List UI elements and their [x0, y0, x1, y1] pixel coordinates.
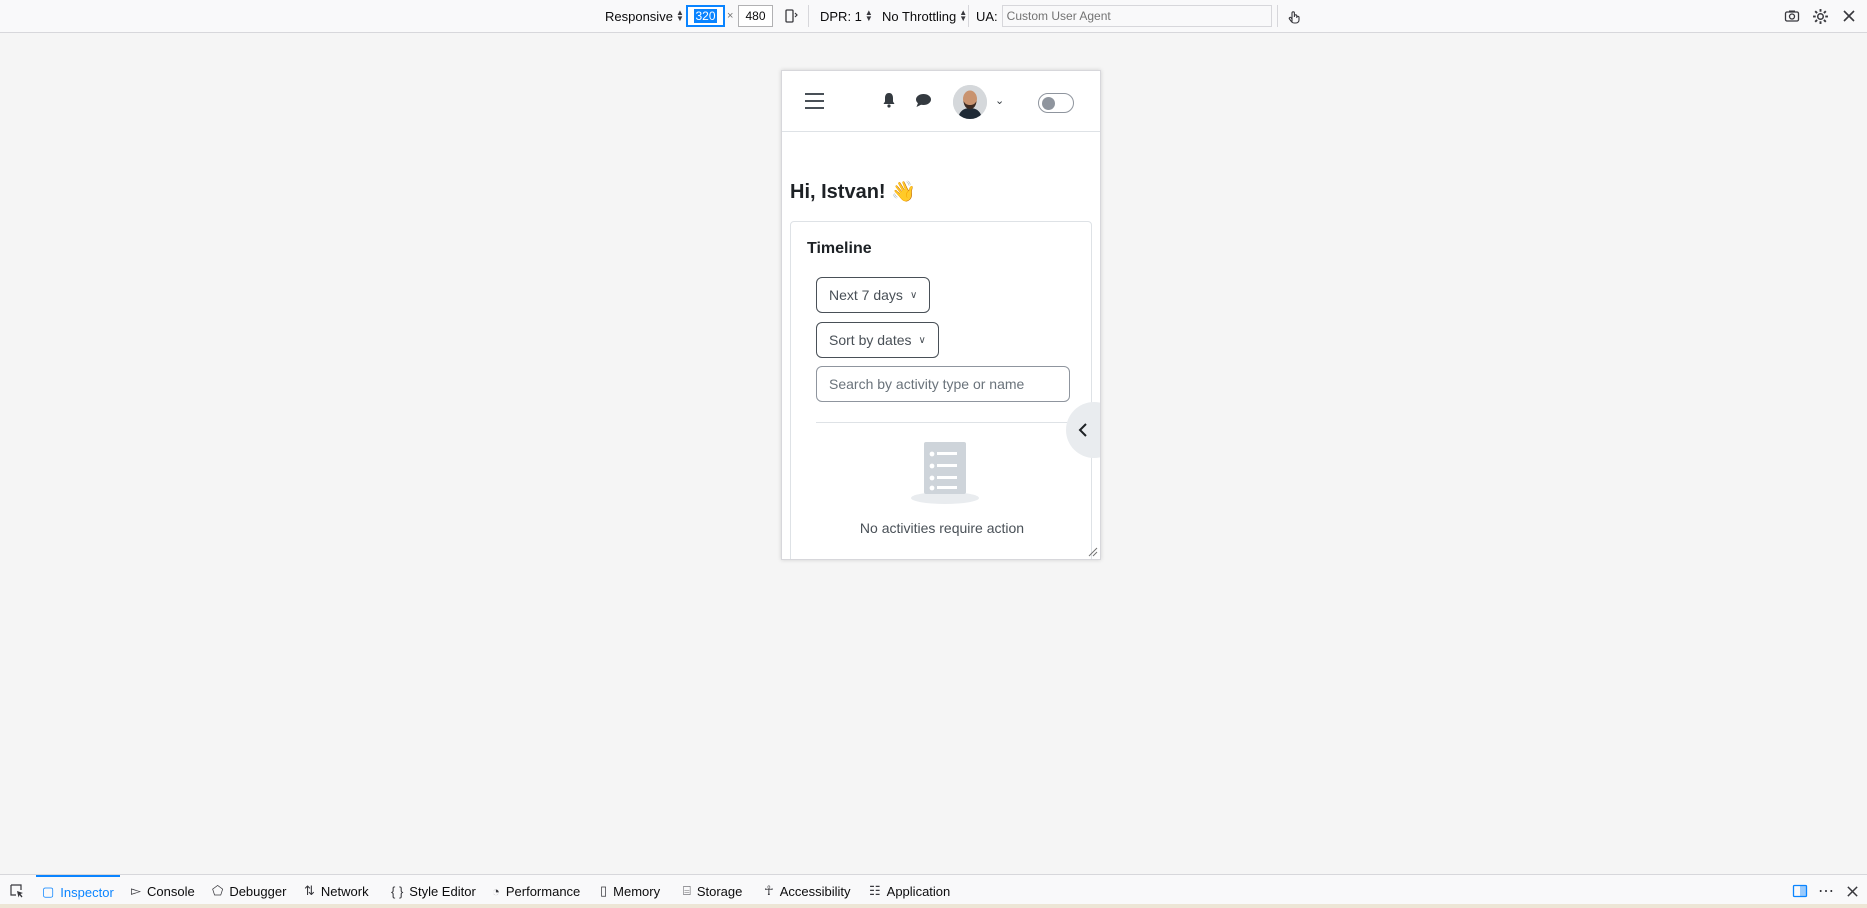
inspector-icon: ▢: [42, 884, 55, 899]
timeline-filter-dropdown[interactable]: Next 7 days ∨: [816, 277, 931, 313]
dock-toggle-button[interactable]: [1792, 875, 1808, 907]
devtools-toolbar: ▢ Inspector ▻ Console ⬠ Debugger ⇅ Netwo…: [0, 874, 1867, 908]
user-agent-input[interactable]: Custom User Agent: [1001, 5, 1272, 27]
chevron-left-icon: [1078, 423, 1087, 437]
tab-label: Network: [320, 883, 369, 899]
timeline-block: Timeline Next 7 days ∨ Sort by dates ∨ S…: [790, 221, 1092, 559]
device-selector[interactable]: Responsive ▲ ▼: [605, 0, 684, 32]
devtools-tab-accessibility[interactable]: ☥ Accessibility: [764, 875, 851, 907]
timeline-search-input[interactable]: Search by activity type or name: [816, 366, 1070, 402]
empty-activities-icon: [911, 442, 979, 504]
tab-label: Console: [147, 883, 195, 899]
devtools-tab-inspector[interactable]: ▢ Inspector: [36, 875, 120, 907]
viewport-width-value: 320: [694, 9, 717, 23]
devtools-tab-application[interactable]: ☷ Application: [869, 875, 950, 907]
bottom-strip: [0, 904, 1867, 908]
timeline-sort-label: Sort by dates: [829, 332, 912, 348]
updown-arrows-icon: ▲ ▼: [959, 8, 968, 23]
more-options-button[interactable]: ⋯: [1818, 875, 1834, 907]
updown-arrows-icon: ▲ ▼: [675, 8, 684, 23]
more-icon: ⋯: [1818, 883, 1834, 900]
dimension-separator: ×: [727, 10, 734, 22]
application-icon: ☷: [869, 883, 881, 898]
device-selector-label: Responsive: [605, 8, 673, 24]
avatar[interactable]: [953, 85, 987, 119]
chevron-down-icon[interactable]: ⌄: [995, 94, 1004, 107]
viewport-width-input[interactable]: 320: [686, 5, 725, 27]
page-greeting: Hi, Istvan! 👋: [790, 181, 917, 203]
avatar-portrait: [953, 85, 987, 119]
touch-simulation-button[interactable]: [1286, 0, 1302, 32]
chevron-down-icon: ∨: [909, 289, 918, 301]
element-picker-icon: [10, 884, 23, 898]
devtools-tab-storage[interactable]: ⌸ Storage: [683, 875, 742, 907]
element-picker-button[interactable]: [9, 875, 25, 907]
throttling-label: No Throttling: [882, 8, 957, 24]
console-icon: ▻: [131, 883, 141, 898]
style-editor-icon: { }: [391, 883, 404, 899]
toolbar-separator: [808, 5, 809, 27]
hamburger-icon[interactable]: [805, 93, 824, 109]
timeline-title: Timeline: [807, 240, 872, 257]
devtools-tab-performance[interactable]: ◔ Performance: [492, 875, 580, 907]
dark-mode-toggle[interactable]: [1038, 93, 1074, 113]
storage-icon: ⌸: [683, 883, 691, 898]
memory-icon: ▯: [600, 883, 608, 898]
close-icon: [1843, 10, 1855, 22]
rotate-icon: [785, 9, 798, 23]
dpr-label: DPR: 1: [820, 8, 862, 24]
tab-label: Performance: [505, 883, 581, 899]
device-viewport: ⌄ Hi, Istvan! 👋 Timeline Next 7 days ∨ S…: [781, 70, 1101, 560]
user-agent-placeholder: Custom User Agent: [1006, 9, 1111, 23]
tab-label: Style Editor: [409, 883, 476, 899]
responsive-toolbar: Responsive ▲ ▼ 320 × 480 DPR: 1 ▲ ▼ No Thr…: [0, 0, 1867, 33]
screenshot-button[interactable]: [1784, 0, 1800, 32]
timeline-sort-dropdown[interactable]: Sort by dates ∨: [816, 322, 939, 358]
toolbar-separator: [968, 5, 969, 27]
tab-label: Memory: [613, 883, 661, 899]
tab-label: Storage: [696, 883, 743, 899]
tab-label: Accessibility: [779, 883, 851, 899]
toolbar-separator: [1277, 5, 1278, 27]
devtools-tab-debugger[interactable]: ⬠ Debugger: [212, 875, 286, 907]
mobile-navbar: ⌄: [782, 71, 1100, 132]
ua-label: UA:: [976, 8, 998, 24]
network-icon: ⇅: [304, 883, 315, 898]
search-placeholder: Search by activity type or name: [829, 376, 1025, 392]
chevron-down-icon: ∨: [918, 334, 926, 346]
tab-label: Inspector: [60, 884, 114, 900]
devtools-tab-memory[interactable]: ▯ Memory: [600, 875, 660, 907]
toggle-knob: [1042, 97, 1055, 110]
dock-side-icon: [1792, 884, 1808, 898]
viewport-height-input[interactable]: 480: [738, 5, 773, 27]
updown-arrows-icon: ▲ ▼: [864, 8, 873, 23]
close-devtools-button[interactable]: [1846, 875, 1859, 907]
performance-icon: ◔: [492, 883, 500, 899]
chat-icon[interactable]: [915, 93, 932, 108]
dpr-selector[interactable]: DPR: 1 ▲ ▼: [820, 0, 873, 32]
settings-icon: [1813, 8, 1828, 24]
resize-handle[interactable]: [1088, 547, 1098, 557]
debugger-icon: ⬠: [212, 883, 224, 898]
throttling-selector[interactable]: No Throttling ▲ ▼: [882, 0, 967, 32]
bell-icon[interactable]: [882, 92, 896, 108]
devtools-tab-network[interactable]: ⇅ Network: [304, 875, 369, 907]
divider: [816, 422, 1070, 423]
devtools-tab-console[interactable]: ▻ Console: [131, 875, 195, 907]
accessibility-icon: ☥: [764, 883, 774, 898]
close-rdm-button[interactable]: [1842, 0, 1856, 32]
close-icon: [1847, 885, 1858, 897]
tab-label: Application: [886, 883, 951, 899]
tab-label: Debugger: [229, 883, 287, 899]
touch-icon: [1288, 11, 1300, 24]
rotate-button[interactable]: [783, 0, 799, 32]
empty-activities-message: No activities require action: [859, 520, 1025, 536]
viewport-height-value: 480: [745, 9, 766, 23]
devtools-tab-style-editor[interactable]: { } Style Editor: [391, 875, 476, 907]
rdm-settings-button[interactable]: [1812, 0, 1829, 32]
screenshot-icon: [1784, 10, 1800, 22]
timeline-filter-label: Next 7 days: [829, 287, 903, 303]
